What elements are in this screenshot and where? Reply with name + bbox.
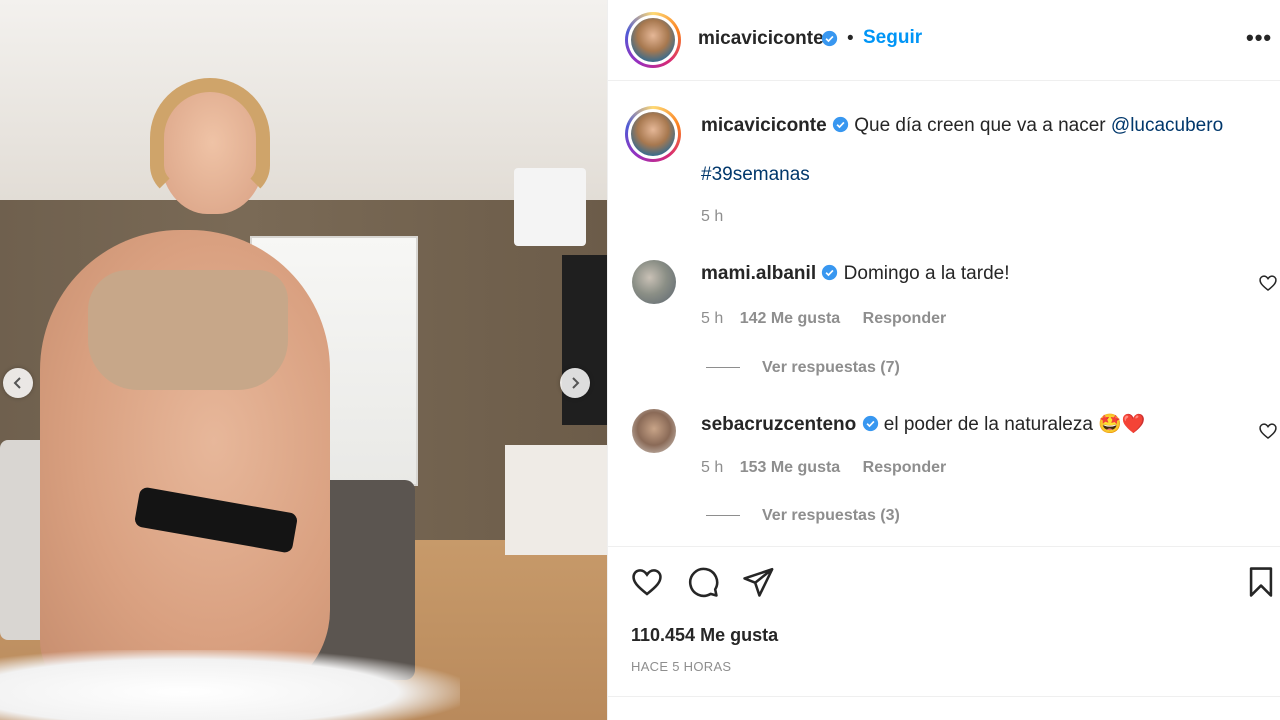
- caption-timestamp[interactable]: 5 h: [701, 208, 723, 226]
- comment-meta: 5 h 153 Me gusta Responder: [701, 459, 958, 477]
- commenter-username[interactable]: sebacruzcenteno: [701, 414, 856, 435]
- post-header: micaviciconte • Seguir •••: [608, 3, 1280, 81]
- hashtag-link[interactable]: #39semanas: [701, 164, 810, 186]
- caption-username[interactable]: micaviciconte: [701, 115, 827, 136]
- follow-button[interactable]: Seguir: [863, 27, 922, 49]
- commenter-username[interactable]: mami.albanil: [701, 263, 816, 284]
- caption-line: micaviciconte Que día creen que va a nac…: [701, 115, 1223, 137]
- caption-avatar[interactable]: [625, 106, 681, 162]
- comment-text: Domingo a la tarde!: [843, 263, 1010, 284]
- view-replies-label: Ver respuestas (7): [762, 359, 900, 376]
- post-timestamp[interactable]: HACE 5 HORAS: [631, 659, 731, 674]
- post-image[interactable]: [0, 0, 607, 720]
- replies-rule: [706, 367, 740, 369]
- author-username[interactable]: micaviciconte: [698, 28, 824, 50]
- comment-bubble-icon[interactable]: [686, 565, 720, 599]
- view-replies-button[interactable]: Ver respuestas (3): [706, 507, 900, 525]
- author-avatar[interactable]: [625, 12, 681, 68]
- comment-likes[interactable]: 142 Me gusta: [740, 310, 840, 327]
- comment-meta: 5 h 142 Me gusta Responder: [701, 310, 958, 328]
- comment-like-heart-icon[interactable]: [1258, 273, 1278, 293]
- comment-text: el poder de la naturaleza: [883, 414, 1093, 435]
- image-rug: [0, 650, 460, 720]
- comment-body: sebacruzcenteno el poder de la naturalez…: [701, 412, 1146, 436]
- likes-count[interactable]: 110.454 Me gusta: [631, 625, 778, 646]
- replies-rule: [706, 515, 740, 517]
- chevron-left-icon: [13, 377, 21, 389]
- divider: [608, 696, 1280, 697]
- chevron-right-icon: [572, 377, 580, 389]
- like-heart-icon[interactable]: [630, 565, 664, 599]
- comment-time[interactable]: 5 h: [701, 310, 723, 327]
- save-bookmark-icon[interactable]: [1244, 565, 1278, 599]
- image-hair: [150, 78, 270, 198]
- view-replies-label: Ver respuestas (3): [762, 507, 900, 524]
- image-cabinet: [505, 445, 607, 555]
- more-options-button[interactable]: •••: [1246, 25, 1272, 51]
- image-top: [88, 270, 288, 390]
- verified-badge-icon: [832, 116, 849, 133]
- reply-button[interactable]: Responder: [863, 310, 947, 327]
- image-tv: [562, 255, 607, 425]
- commenter-avatar[interactable]: [632, 409, 676, 453]
- post-actions: 110.454 Me gusta HACE 5 HORAS: [608, 546, 1280, 696]
- caption-mention-link[interactable]: @lucacubero: [1111, 115, 1223, 136]
- image-air-conditioner: [514, 168, 586, 246]
- verified-badge-icon: [862, 415, 878, 432]
- previous-image-button[interactable]: [3, 368, 33, 398]
- comment-time[interactable]: 5 h: [701, 459, 723, 476]
- share-paper-plane-icon[interactable]: [741, 565, 775, 599]
- verified-badge-icon: [821, 30, 838, 50]
- view-replies-button[interactable]: Ver respuestas (7): [706, 359, 900, 377]
- reply-button[interactable]: Responder: [863, 459, 947, 476]
- comment-likes[interactable]: 153 Me gusta: [740, 459, 840, 476]
- next-image-button[interactable]: [560, 368, 590, 398]
- verified-badge-icon: [822, 264, 838, 281]
- commenter-avatar[interactable]: [632, 260, 676, 304]
- comment-emojis: 🤩❤️: [1098, 414, 1146, 435]
- comment-like-heart-icon[interactable]: [1258, 421, 1278, 441]
- post-sidebar: micaviciconte • Seguir ••• micaviciconte…: [607, 0, 1280, 720]
- separator-dot: •: [847, 28, 854, 49]
- caption-text: Que día creen que va a nacer: [854, 115, 1106, 136]
- comment-body: mami.albanil Domingo a la tarde!: [701, 263, 1010, 285]
